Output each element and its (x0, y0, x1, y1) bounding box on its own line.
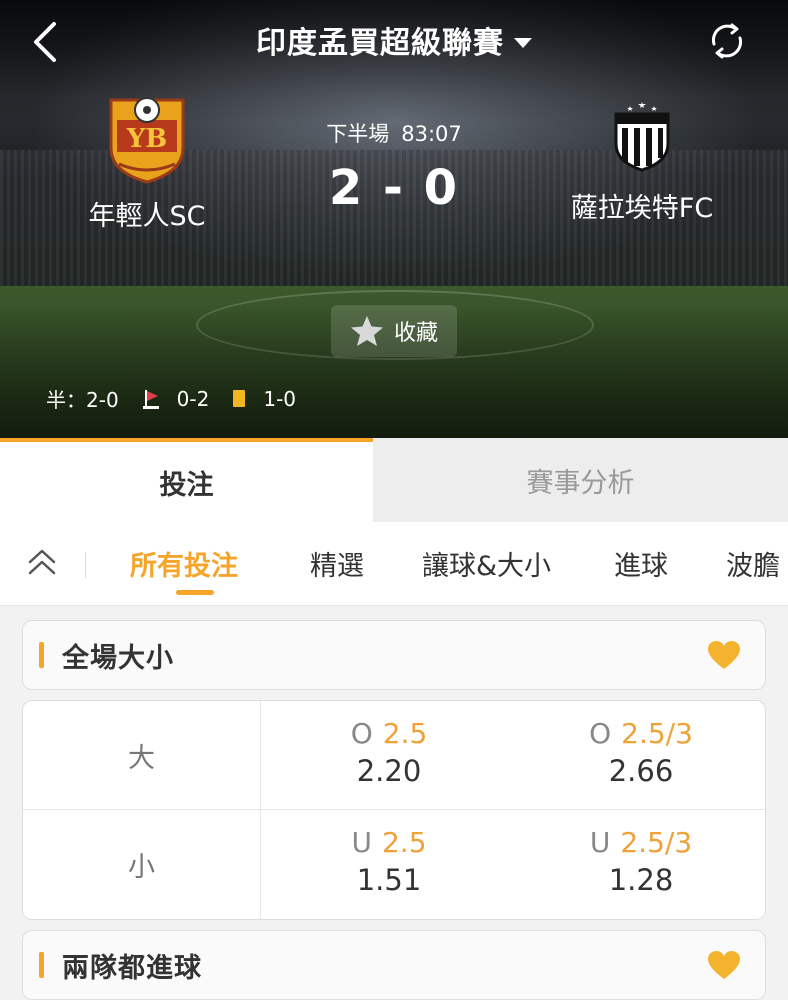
row-label: 大 (23, 701, 261, 810)
match-period: 下半場 (326, 122, 390, 146)
market-header-total-goals[interactable]: 全場大小 (22, 620, 766, 690)
active-tab-indicator (176, 590, 214, 595)
odds-button[interactable]: O 2.5 2.20 (263, 701, 515, 810)
tab-betting[interactable]: 投注 (0, 438, 373, 522)
market-header-both-teams-score[interactable]: 兩隊都進球 (22, 930, 766, 1000)
market-filter-tabs: 所有投注 精選 讓球&大小 進球 波膽 (0, 522, 788, 606)
market-title: 兩隊都進球 (62, 952, 202, 984)
divider (85, 552, 86, 578)
odds-prefix: O (350, 717, 373, 750)
odds-button[interactable]: U 2.5/3 1.28 (515, 810, 765, 919)
heart-icon[interactable] (707, 640, 741, 670)
caret-down-icon (514, 38, 532, 48)
league-selector[interactable]: 印度孟買超級聯賽 (0, 18, 788, 62)
yellow-cards-count: 1-0 (263, 386, 297, 411)
odds-row-under: 小 U 2.5 1.51 U 2.5/3 1.28 (23, 810, 765, 919)
row-label: 小 (23, 810, 261, 919)
subtab-all-bets[interactable]: 所有投注 (130, 544, 238, 583)
market-title: 全場大小 (62, 642, 174, 674)
league-title: 印度孟買超級聯賽 (256, 26, 504, 61)
refresh-button[interactable] (706, 20, 748, 62)
odds-button[interactable]: O 2.5/3 2.66 (515, 701, 765, 810)
odds-line: 2.5/3 (620, 826, 693, 859)
favorite-label: 收藏 (393, 321, 438, 346)
match-header: 印度孟買超級聯賽 YB 年輕人SC 薩拉埃特FC 下半場 83:07 2 - 0… (0, 0, 788, 438)
odds-table: 大 O 2.5 2.20 O 2.5/3 2.66 小 U 2.5 1.51 U 2.5… (22, 700, 766, 920)
yellow-card-icon (233, 390, 246, 407)
subtab-correct-score[interactable]: 波膽 (726, 544, 780, 583)
double-chevron-up-icon (28, 549, 56, 575)
odds-price: 2.66 (608, 754, 674, 788)
tab-match-analysis[interactable]: 賽事分析 (373, 438, 788, 522)
odds-prefix: O (589, 717, 612, 750)
subtab-goals[interactable]: 進球 (614, 544, 668, 583)
corner-flag-icon (142, 389, 159, 409)
subtab-featured[interactable]: 精選 (310, 544, 364, 583)
corners-count: 0-2 (176, 386, 210, 411)
odds-row-over: 大 O 2.5 2.20 O 2.5/3 2.66 (23, 701, 765, 810)
collapse-all-button[interactable] (26, 548, 58, 578)
odds-button[interactable]: U 2.5 1.51 (263, 810, 515, 919)
odds-prefix: U (589, 826, 611, 859)
score: 2 - 0 (328, 160, 460, 216)
accent-bar (39, 642, 44, 668)
refresh-icon (711, 23, 743, 59)
match-stats: 半：2-0 0-2 1-0 (46, 384, 320, 413)
odds-line: 2.5/3 (621, 717, 693, 750)
subtab-handicap-over-under[interactable]: 讓球&大小 (422, 544, 551, 583)
favorite-button[interactable]: 收藏 (331, 305, 457, 357)
match-status: 下半場 83:07 (0, 118, 788, 148)
odds-price: 1.28 (608, 863, 674, 897)
main-tabs: 投注 賽事分析 (0, 438, 788, 522)
star-icon (350, 316, 383, 346)
match-clock: 83:07 (401, 122, 462, 146)
accent-bar (39, 952, 44, 978)
half-time-score: 半：2-0 (46, 388, 119, 412)
odds-line: 2.5 (381, 826, 427, 859)
odds-line: 2.5 (382, 717, 428, 750)
heart-icon[interactable] (707, 950, 741, 980)
odds-prefix: U (351, 826, 372, 859)
odds-price: 1.51 (356, 863, 422, 897)
odds-price: 2.20 (356, 754, 422, 788)
